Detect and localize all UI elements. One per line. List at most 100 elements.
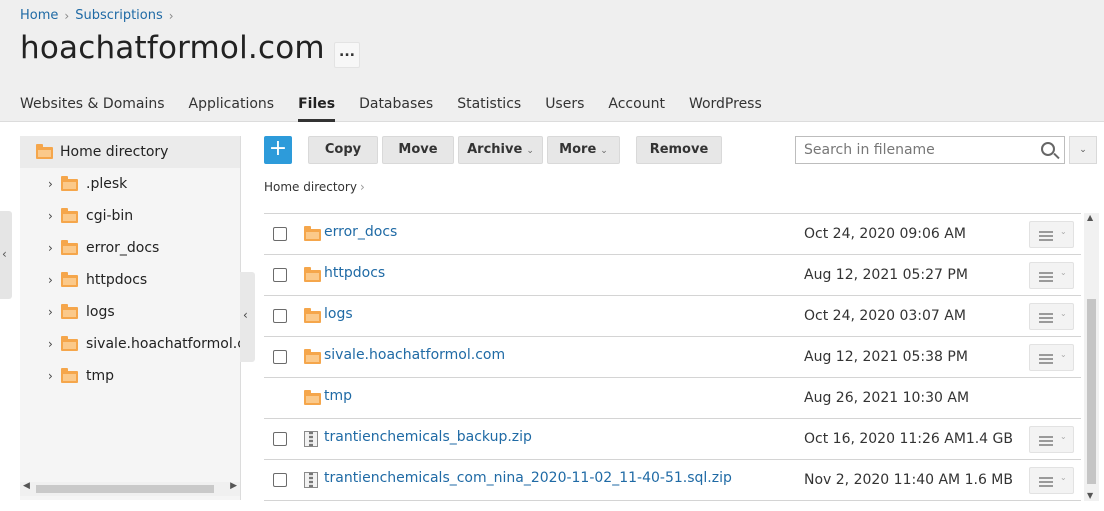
more-actions-button[interactable]: ... bbox=[334, 42, 360, 68]
chevron-right-icon[interactable]: › bbox=[48, 328, 53, 360]
zip-file-icon bbox=[304, 431, 318, 447]
chevron-down-icon: ⌄ bbox=[1060, 473, 1067, 482]
path-home-directory-link[interactable]: Home directory bbox=[264, 180, 357, 194]
chevron-down-icon: ⌄ bbox=[600, 146, 608, 156]
chevron-right-icon[interactable]: › bbox=[48, 264, 53, 296]
row-checkbox[interactable] bbox=[273, 309, 287, 323]
table-row: trantienchemicals_backup.zip Oct 16, 202… bbox=[264, 419, 1081, 460]
table-row: httpdocs Aug 12, 2021 05:27 PM ⌄ bbox=[264, 255, 1081, 296]
tree-item-plesk[interactable]: › .plesk bbox=[20, 168, 240, 200]
tab-users[interactable]: Users bbox=[545, 94, 584, 122]
page-title: hoachatformol.com bbox=[20, 30, 325, 66]
copy-button-label: Copy bbox=[324, 142, 362, 157]
add-button[interactable]: + bbox=[264, 136, 292, 164]
arrow-left-icon[interactable]: ◀ bbox=[23, 481, 30, 491]
file-name-link[interactable]: logs bbox=[324, 306, 353, 322]
breadcrumb-home-link[interactable]: Home bbox=[20, 8, 58, 23]
folder-icon bbox=[61, 336, 78, 351]
breadcrumb-subscriptions-link[interactable]: Subscriptions bbox=[75, 8, 163, 23]
breadcrumb: Home › Subscriptions › bbox=[20, 8, 180, 23]
chevron-down-icon: ⌄ bbox=[1060, 432, 1067, 441]
tree-horizontal-scrollbar[interactable]: ◀ ▶ bbox=[20, 481, 240, 496]
chevron-down-icon: ⌄ bbox=[1060, 309, 1067, 318]
hamburger-icon bbox=[1039, 231, 1053, 233]
archive-button[interactable]: Archive ⌄ bbox=[458, 136, 543, 164]
file-list-vertical-scrollbar[interactable]: ▲ ▼ bbox=[1084, 213, 1099, 501]
side-panel-handle[interactable]: ‹ bbox=[0, 211, 12, 299]
chevron-down-icon: ⌄ bbox=[1079, 145, 1087, 155]
file-name-link[interactable]: tmp bbox=[324, 388, 352, 404]
chevron-left-icon: ‹ bbox=[243, 308, 248, 322]
more-button[interactable]: More ⌄ bbox=[547, 136, 620, 164]
chevron-right-icon[interactable]: › bbox=[48, 168, 53, 200]
table-row: logs Oct 24, 2020 03:07 AM ⌄ bbox=[264, 296, 1081, 337]
collapse-tree-button[interactable]: ‹ bbox=[240, 272, 255, 362]
page-header: Home › Subscriptions › hoachatformol.com ..… bbox=[0, 0, 1104, 122]
tab-websites-domains[interactable]: Websites & Domains bbox=[20, 94, 165, 122]
copy-button[interactable]: Copy bbox=[308, 136, 378, 164]
tree-item-sivale[interactable]: › sivale.hoachatformol.com bbox=[20, 328, 240, 360]
tree-item-error-docs[interactable]: › error_docs bbox=[20, 232, 240, 264]
tree-item-tmp[interactable]: › tmp bbox=[20, 360, 240, 392]
tree-item-home-directory[interactable]: Home directory bbox=[20, 136, 240, 168]
search-input[interactable] bbox=[796, 137, 1032, 163]
chevron-right-icon[interactable]: › bbox=[48, 200, 53, 232]
table-row: trantienchemicals_com_nina_2020-11-02_11… bbox=[264, 460, 1081, 501]
folder-icon bbox=[304, 267, 321, 282]
arrow-right-icon[interactable]: ▶ bbox=[230, 481, 237, 491]
arrow-up-icon[interactable]: ▲ bbox=[1087, 213, 1093, 222]
file-name-link[interactable]: trantienchemicals_com_nina_2020-11-02_11… bbox=[324, 470, 732, 486]
tab-wordpress[interactable]: WordPress bbox=[689, 94, 762, 122]
path-breadcrumb: Home directory › bbox=[264, 180, 365, 194]
arrow-down-icon[interactable]: ▼ bbox=[1087, 491, 1093, 500]
file-modified-date: Oct 24, 2020 09:06 AM bbox=[804, 226, 966, 242]
move-button-label: Move bbox=[398, 142, 438, 157]
tree-item-cgi-bin[interactable]: › cgi-bin bbox=[20, 200, 240, 232]
file-name-link[interactable]: httpdocs bbox=[324, 265, 385, 281]
tree-item-label: cgi-bin bbox=[86, 208, 134, 224]
chevron-right-icon[interactable]: › bbox=[48, 360, 53, 392]
file-modified-date: Aug 12, 2021 05:38 PM bbox=[804, 349, 968, 365]
file-name-link[interactable]: trantienchemicals_backup.zip bbox=[324, 429, 532, 445]
scrollbar-thumb[interactable] bbox=[36, 485, 214, 493]
hamburger-icon bbox=[1039, 272, 1053, 274]
search-options-button[interactable]: ⌄ bbox=[1069, 136, 1097, 164]
search-icon[interactable] bbox=[1041, 142, 1055, 156]
tree-item-logs[interactable]: › logs bbox=[20, 296, 240, 328]
row-menu-button[interactable]: ⌄ bbox=[1029, 426, 1074, 453]
tab-databases[interactable]: Databases bbox=[359, 94, 433, 122]
zip-file-icon bbox=[304, 472, 318, 488]
row-checkbox[interactable] bbox=[273, 432, 287, 446]
folder-icon bbox=[61, 368, 78, 383]
row-checkbox[interactable] bbox=[273, 473, 287, 487]
row-menu-button[interactable]: ⌄ bbox=[1029, 303, 1074, 330]
chevron-left-icon: ‹ bbox=[2, 247, 7, 261]
tab-bar: Websites & Domains Applications Files Da… bbox=[20, 94, 786, 122]
tab-statistics[interactable]: Statistics bbox=[457, 94, 521, 122]
row-checkbox[interactable] bbox=[273, 350, 287, 364]
table-row: error_docs Oct 24, 2020 09:06 AM ⌄ bbox=[264, 214, 1081, 255]
tree-item-httpdocs[interactable]: › httpdocs bbox=[20, 264, 240, 296]
row-checkbox[interactable] bbox=[273, 227, 287, 241]
scrollbar-thumb[interactable] bbox=[1087, 299, 1096, 484]
row-menu-button[interactable]: ⌄ bbox=[1029, 221, 1074, 248]
chevron-right-icon[interactable]: › bbox=[48, 232, 53, 264]
file-modified-date: Oct 24, 2020 03:07 AM bbox=[804, 308, 966, 324]
move-button[interactable]: Move bbox=[382, 136, 454, 164]
remove-button[interactable]: Remove bbox=[636, 136, 722, 164]
tab-account[interactable]: Account bbox=[608, 94, 665, 122]
row-menu-button[interactable]: ⌄ bbox=[1029, 262, 1074, 289]
search-box bbox=[795, 136, 1065, 164]
tab-files[interactable]: Files bbox=[298, 94, 336, 122]
chevron-right-icon[interactable]: › bbox=[48, 296, 53, 328]
row-menu-button[interactable]: ⌄ bbox=[1029, 344, 1074, 371]
tab-applications[interactable]: Applications bbox=[189, 94, 275, 122]
folder-icon bbox=[61, 272, 78, 287]
file-name-link[interactable]: sivale.hoachatformol.com bbox=[324, 347, 505, 363]
file-list: error_docs Oct 24, 2020 09:06 AM ⌄ httpd… bbox=[264, 213, 1081, 501]
row-menu-button[interactable]: ⌄ bbox=[1029, 467, 1074, 494]
hamburger-icon bbox=[1039, 436, 1053, 438]
folder-icon bbox=[61, 208, 78, 223]
row-checkbox[interactable] bbox=[273, 268, 287, 282]
file-name-link[interactable]: error_docs bbox=[324, 224, 397, 240]
